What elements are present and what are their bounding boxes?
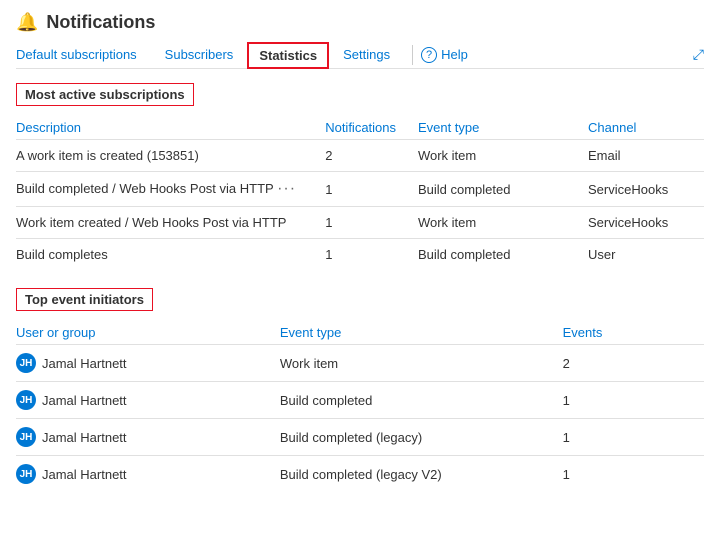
table-row: Build completed / Web Hooks Post via HTT… — [16, 172, 704, 207]
avatar: JH — [16, 464, 36, 484]
col-header-event-type: Event type — [418, 116, 588, 140]
help-link[interactable]: ? Help — [421, 47, 468, 63]
table-row: JH Jamal Hartnett Work item2 — [16, 345, 704, 382]
cell-channel: Email — [588, 140, 704, 172]
user-cell: JH Jamal Hartnett — [16, 427, 272, 447]
help-label: Help — [441, 47, 468, 62]
user-cell: JH Jamal Hartnett — [16, 464, 272, 484]
table-row: Build completes1Build completedUser — [16, 239, 704, 271]
cell-event-type: Build completed (legacy) — [280, 419, 563, 456]
most-active-table: Description Notifications Event type Cha… — [16, 116, 704, 270]
table-row: Work item created / Web Hooks Post via H… — [16, 207, 704, 239]
user-name: Jamal Hartnett — [42, 430, 127, 445]
cell-description: Work item created / Web Hooks Post via H… — [16, 207, 325, 239]
page-title: Notifications — [46, 12, 155, 33]
description-text: Build completed / Web Hooks Post via HTT… — [16, 181, 273, 196]
col-header-event-type2: Event type — [280, 321, 563, 345]
ellipsis-icon[interactable]: ··· — [277, 180, 296, 197]
cell-description: A work item is created (153851) — [16, 140, 325, 172]
table-row: JH Jamal Hartnett Build completed (legacy)… — [16, 419, 704, 456]
table-row: JH Jamal Hartnett Build completed1 — [16, 382, 704, 419]
cell-user: JH Jamal Hartnett — [16, 456, 280, 493]
expand-icon[interactable]: ⤢ — [693, 46, 704, 63]
user-cell: JH Jamal Hartnett — [16, 390, 272, 410]
cell-events: 1 — [563, 456, 704, 493]
cell-notifications: 1 — [325, 172, 418, 207]
top-initiators-section-header: Top event initiators — [16, 288, 153, 311]
help-icon: ? — [421, 47, 437, 63]
cell-user: JH Jamal Hartnett — [16, 345, 280, 382]
cell-channel: ServiceHooks — [588, 172, 704, 207]
top-initiators-table: User or group Event type Events JH Jamal … — [16, 321, 704, 492]
cell-user: JH Jamal Hartnett — [16, 419, 280, 456]
table-row: A work item is created (153851)2Work ite… — [16, 140, 704, 172]
col-header-description: Description — [16, 116, 325, 140]
cell-notifications: 2 — [325, 140, 418, 172]
col-header-user-group: User or group — [16, 321, 280, 345]
tab-default-subscriptions[interactable]: Default subscriptions — [16, 41, 151, 68]
tab-settings[interactable]: Settings — [329, 41, 404, 68]
col-header-notifications: Notifications — [325, 116, 418, 140]
user-name: Jamal Hartnett — [42, 356, 127, 371]
cell-description: Build completed / Web Hooks Post via HTT… — [16, 172, 325, 207]
cell-event-type: Build completed — [280, 382, 563, 419]
user-name: Jamal Hartnett — [42, 467, 127, 482]
cell-channel: User — [588, 239, 704, 271]
cell-event-type: Build completed — [418, 172, 588, 207]
table-row: JH Jamal Hartnett Build completed (legacy … — [16, 456, 704, 493]
avatar: JH — [16, 390, 36, 410]
cell-events: 1 — [563, 382, 704, 419]
cell-description: Build completes — [16, 239, 325, 271]
avatar: JH — [16, 427, 36, 447]
cell-notifications: 1 — [325, 207, 418, 239]
cell-event-type: Work item — [418, 140, 588, 172]
most-active-section-header: Most active subscriptions — [16, 83, 194, 106]
nav-tabs: Default subscriptions Subscribers Statis… — [16, 41, 704, 69]
cell-channel: ServiceHooks — [588, 207, 704, 239]
page-header: 🔔 Notifications — [16, 12, 704, 33]
avatar: JH — [16, 353, 36, 373]
cell-events: 2 — [563, 345, 704, 382]
top-initiators-table-header: User or group Event type Events — [16, 321, 704, 345]
cell-notifications: 1 — [325, 239, 418, 271]
col-header-events: Events — [563, 321, 704, 345]
col-header-channel: Channel — [588, 116, 704, 140]
cell-event-type: Build completed (legacy V2) — [280, 456, 563, 493]
cell-event-type: Work item — [280, 345, 563, 382]
bell-icon: 🔔 — [16, 12, 38, 33]
most-active-table-header: Description Notifications Event type Cha… — [16, 116, 704, 140]
user-cell: JH Jamal Hartnett — [16, 353, 272, 373]
cell-event-type: Work item — [418, 207, 588, 239]
nav-divider — [412, 45, 413, 65]
tab-subscribers[interactable]: Subscribers — [151, 41, 248, 68]
user-name: Jamal Hartnett — [42, 393, 127, 408]
cell-events: 1 — [563, 419, 704, 456]
cell-event-type: Build completed — [418, 239, 588, 271]
cell-user: JH Jamal Hartnett — [16, 382, 280, 419]
tab-statistics[interactable]: Statistics — [247, 42, 329, 69]
